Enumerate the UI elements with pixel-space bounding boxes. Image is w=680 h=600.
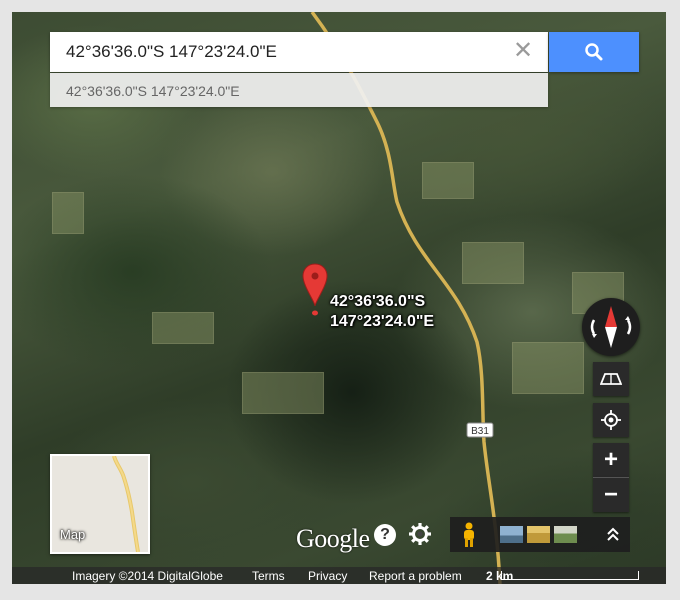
photo-strip — [450, 517, 630, 552]
imagery-credit: Imagery ©2014 DigitalGlobe — [72, 569, 223, 583]
search-suggestion-list: 42°36'36.0"S 147°23'24.0"E — [50, 73, 548, 107]
chevron-up-double-icon[interactable] — [602, 523, 624, 545]
gear-icon[interactable] — [408, 522, 432, 546]
map-pin-icon[interactable] — [301, 262, 329, 318]
photo-thumbnail[interactable] — [554, 526, 577, 543]
photo-thumbnail[interactable] — [527, 526, 550, 543]
privacy-link[interactable]: Privacy — [308, 569, 347, 583]
help-icon[interactable]: ? — [374, 524, 396, 546]
map-view-toggle[interactable]: Map — [50, 454, 150, 554]
close-icon[interactable]: ✕ — [510, 38, 536, 64]
search-suggestion-item[interactable]: 42°36'36.0"S 147°23'24.0"E — [66, 83, 240, 99]
attribution-bar: Imagery ©2014 DigitalGlobe Terms Privacy… — [12, 567, 666, 584]
my-location-icon — [601, 410, 621, 430]
minimap-label: Map — [60, 527, 86, 542]
svg-text:B31: B31 — [471, 426, 489, 437]
google-logo: Google — [296, 524, 370, 553]
report-problem-link[interactable]: Report a problem — [369, 569, 462, 583]
marker-label-lng: 147°23'24.0"E — [330, 313, 435, 330]
scale-bar[interactable] — [501, 571, 639, 580]
terms-link[interactable]: Terms — [252, 569, 285, 583]
tilt-icon — [600, 373, 622, 385]
my-location-button[interactable] — [593, 403, 629, 437]
search-button[interactable] — [549, 32, 639, 72]
zoom-out-button[interactable]: − — [593, 477, 629, 512]
photo-thumbnail[interactable] — [500, 526, 523, 543]
marker-label-lat: 42°36'36.0"S — [330, 293, 426, 310]
search-input[interactable] — [50, 41, 508, 63]
pegman-icon[interactable] — [460, 522, 478, 548]
compass-icon — [590, 306, 632, 348]
road-shield: B31 — [466, 422, 494, 438]
zoom-in-button[interactable]: + — [593, 443, 629, 477]
tilt-button[interactable] — [593, 362, 629, 396]
compass-control[interactable] — [582, 298, 640, 356]
marker-label: 42°36'36.0"S 147°23'24.0"E — [330, 292, 434, 332]
search-icon — [585, 43, 603, 61]
search-box: ✕ — [50, 32, 548, 72]
